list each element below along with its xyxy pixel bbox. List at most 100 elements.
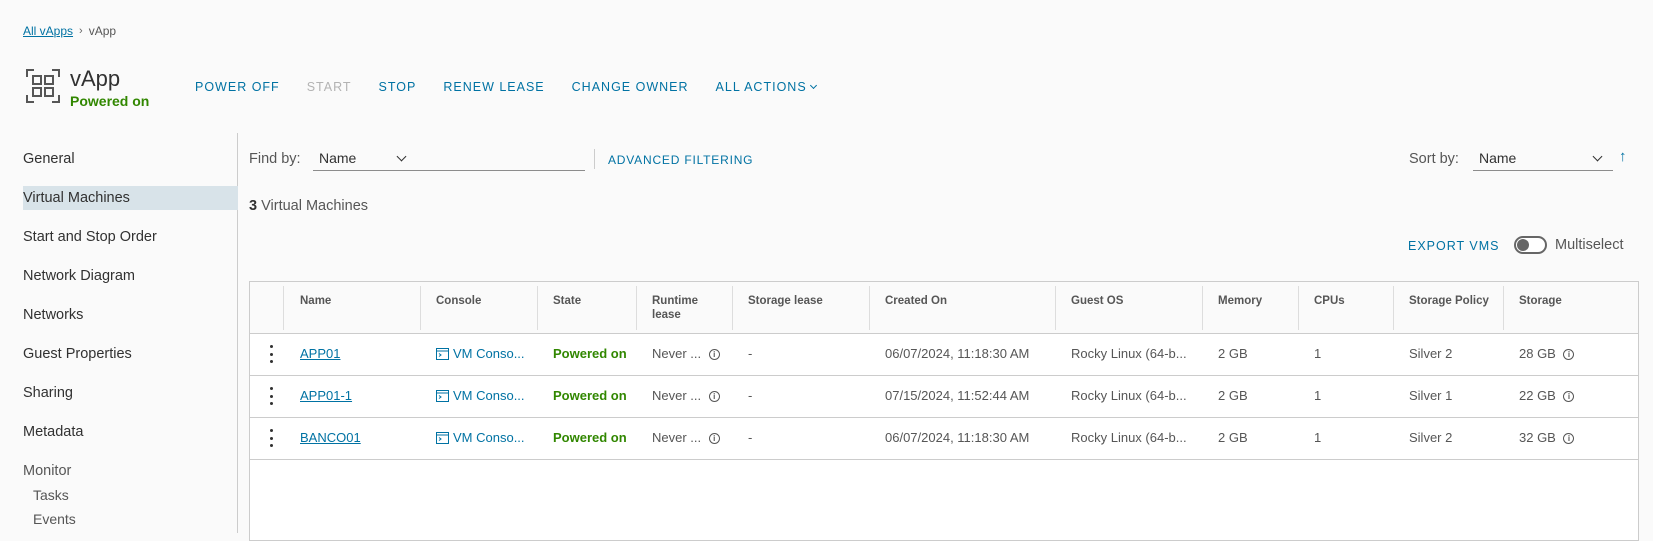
- sidebar-item-virtual-machines[interactable]: Virtual Machines: [23, 186, 238, 210]
- row-actions-kebab-icon[interactable]: [268, 387, 274, 405]
- column-separator: [283, 286, 284, 330]
- sidebar-item-tasks[interactable]: Tasks: [33, 485, 69, 505]
- export-vms-button[interactable]: EXPORT VMS: [1408, 239, 1500, 253]
- info-icon[interactable]: i: [709, 433, 720, 444]
- find-by-value: Name: [319, 150, 356, 166]
- table-row: BANCO01 VM Conso... Powered on Never ...…: [250, 418, 1638, 460]
- column-header-console[interactable]: Console: [436, 294, 481, 308]
- sidebar-item-events[interactable]: Events: [33, 509, 76, 529]
- toggle-knob: [1517, 239, 1529, 251]
- multiselect-toggle[interactable]: [1514, 236, 1547, 254]
- sidebar-item-metadata[interactable]: Metadata: [23, 420, 238, 444]
- vm-count-number: 3: [249, 198, 257, 214]
- advanced-filtering-button[interactable]: ADVANCED FILTERING: [608, 153, 753, 167]
- column-header-runtime-lease[interactable]: Runtime lease: [652, 294, 712, 322]
- vm-console-link[interactable]: VM Conso...: [436, 388, 525, 403]
- console-icon: [436, 390, 449, 402]
- storage-value: 32 GB: [1519, 430, 1556, 445]
- vm-storage-policy: Silver 2: [1409, 430, 1452, 445]
- runtime-lease-value: Never ...: [652, 388, 701, 403]
- table-row: APP01-1 VM Conso... Powered on Never ...…: [250, 376, 1638, 418]
- vm-memory: 2 GB: [1218, 346, 1248, 361]
- page-header: vApp Powered on: [25, 66, 149, 109]
- change-owner-button[interactable]: CHANGE OWNER: [572, 80, 689, 94]
- column-header-storage[interactable]: Storage: [1519, 294, 1562, 308]
- sort-by-select[interactable]: Name: [1473, 147, 1613, 171]
- vm-memory: 2 GB: [1218, 388, 1248, 403]
- renew-lease-button[interactable]: RENEW LEASE: [443, 80, 544, 94]
- column-separator: [1393, 286, 1394, 330]
- vm-created-on: 06/07/2024, 11:18:30 AM: [885, 430, 1029, 445]
- all-actions-label: ALL ACTIONS: [716, 80, 807, 94]
- vapp-icon: [25, 68, 61, 104]
- info-icon[interactable]: i: [1563, 433, 1574, 444]
- power-off-button[interactable]: POWER OFF: [195, 80, 280, 94]
- vm-storage-policy: Silver 2: [1409, 346, 1452, 361]
- find-by-select[interactable]: Name: [313, 147, 585, 171]
- runtime-lease-value: Never ...: [652, 346, 701, 361]
- vm-table: Name Console State Runtime lease Storage…: [249, 281, 1639, 541]
- vm-storage: 22 GB i: [1519, 388, 1574, 403]
- vm-cpus: 1: [1314, 430, 1321, 445]
- column-header-guest-os[interactable]: Guest OS: [1071, 294, 1123, 308]
- sidebar-item-networks[interactable]: Networks: [23, 303, 238, 327]
- all-actions-dropdown[interactable]: ALL ACTIONS: [716, 80, 816, 94]
- divider: [594, 149, 595, 169]
- vm-state: Powered on: [553, 430, 627, 445]
- sidebar-item-network-diagram[interactable]: Network Diagram: [23, 264, 238, 288]
- info-icon[interactable]: i: [709, 349, 720, 360]
- vm-guest-os: Rocky Linux (64-b...: [1071, 430, 1187, 445]
- info-icon[interactable]: i: [1563, 349, 1574, 360]
- console-icon: [436, 348, 449, 360]
- vm-name-link[interactable]: APP01: [300, 346, 340, 361]
- sidebar-item-guest-properties[interactable]: Guest Properties: [23, 342, 238, 366]
- chevron-down-icon: [1593, 152, 1603, 162]
- action-bar: POWER OFF START STOP RENEW LEASE CHANGE …: [195, 80, 843, 94]
- chevron-down-icon: [397, 152, 407, 162]
- vm-storage-lease: -: [748, 388, 752, 403]
- column-header-state[interactable]: State: [553, 294, 581, 308]
- vm-count: 3 Virtual Machines: [249, 198, 368, 214]
- column-separator: [1503, 286, 1504, 330]
- vm-console-link[interactable]: VM Conso...: [436, 430, 525, 445]
- runtime-lease-value: Never ...: [652, 430, 701, 445]
- column-separator: [636, 286, 637, 330]
- vm-guest-os: Rocky Linux (64-b...: [1071, 346, 1187, 361]
- multiselect-label: Multiselect: [1555, 237, 1624, 253]
- sidebar-item-general[interactable]: General: [23, 147, 238, 171]
- breadcrumb-current: vApp: [89, 24, 116, 38]
- row-actions-kebab-icon[interactable]: [268, 345, 274, 363]
- sidebar-group-monitor: Monitor: [23, 459, 238, 483]
- vm-storage-lease: -: [748, 430, 752, 445]
- vm-runtime-lease: Never ... i: [652, 388, 720, 403]
- sidebar-item-start-stop-order[interactable]: Start and Stop Order: [23, 225, 238, 249]
- vm-cpus: 1: [1314, 346, 1321, 361]
- chevron-down-icon: [810, 82, 817, 89]
- breadcrumb: All vApps › vApp: [23, 24, 116, 38]
- info-icon[interactable]: i: [1563, 391, 1574, 402]
- column-separator: [869, 286, 870, 330]
- column-separator: [1055, 286, 1056, 330]
- storage-value: 28 GB: [1519, 346, 1556, 361]
- vm-name-link[interactable]: BANCO01: [300, 430, 361, 445]
- column-header-cpus[interactable]: CPUs: [1314, 294, 1345, 308]
- vm-console-link[interactable]: VM Conso...: [436, 346, 525, 361]
- stop-button[interactable]: STOP: [379, 80, 417, 94]
- sidebar-item-sharing[interactable]: Sharing: [23, 381, 238, 405]
- vm-name-link[interactable]: APP01-1: [300, 388, 352, 403]
- row-actions-kebab-icon[interactable]: [268, 429, 274, 447]
- vm-storage: 32 GB i: [1519, 430, 1574, 445]
- chevron-right-icon: ›: [79, 25, 83, 37]
- vm-cpus: 1: [1314, 388, 1321, 403]
- column-header-name[interactable]: Name: [300, 294, 331, 308]
- column-header-memory[interactable]: Memory: [1218, 294, 1262, 308]
- sort-ascending-icon[interactable]: ↑: [1619, 148, 1627, 165]
- info-icon[interactable]: i: [709, 391, 720, 402]
- start-button[interactable]: START: [307, 80, 352, 94]
- vm-guest-os: Rocky Linux (64-b...: [1071, 388, 1187, 403]
- column-header-created-on[interactable]: Created On: [885, 294, 947, 308]
- column-header-storage-policy[interactable]: Storage Policy: [1409, 294, 1489, 308]
- table-header: Name Console State Runtime lease Storage…: [250, 282, 1638, 334]
- column-header-storage-lease[interactable]: Storage lease: [748, 294, 823, 308]
- breadcrumb-all-vapps-link[interactable]: All vApps: [23, 24, 73, 38]
